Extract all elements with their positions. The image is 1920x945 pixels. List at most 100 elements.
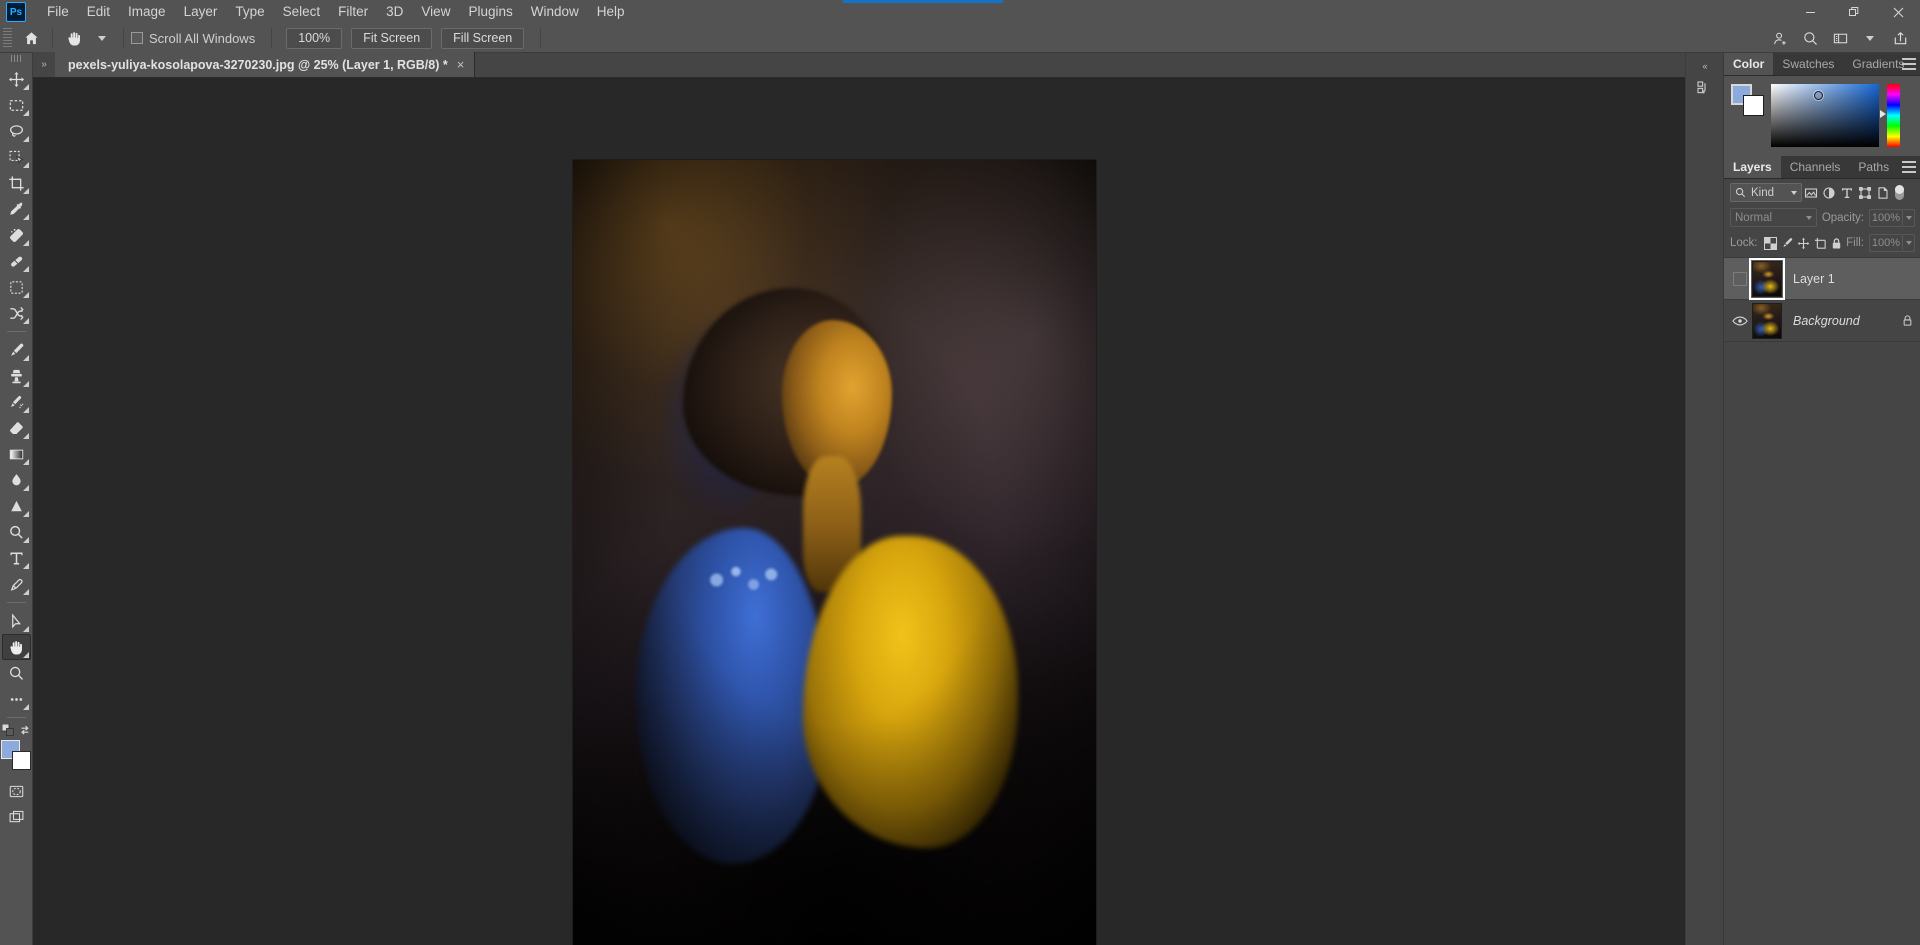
fill-chevron-down-icon[interactable] [1903, 234, 1915, 252]
filter-smart-object-icon[interactable] [1874, 183, 1892, 202]
menu-window[interactable]: Window [522, 1, 588, 23]
layer-list[interactable]: Layer 1 Background [1724, 257, 1920, 945]
tools-panel-grip[interactable] [10, 55, 22, 62]
eyedropper-tool[interactable] [2, 196, 31, 222]
menu-select[interactable]: Select [274, 1, 330, 23]
add-user-icon[interactable] [1766, 26, 1794, 50]
menu-3d[interactable]: 3D [377, 1, 412, 23]
eraser-tool[interactable] [2, 415, 31, 441]
hand-tool[interactable] [1, 634, 31, 660]
layer-hidden-checkbox[interactable] [1732, 271, 1747, 286]
hue-slider-marker[interactable] [1880, 110, 1886, 118]
lock-image-pixels-icon[interactable] [1780, 235, 1795, 252]
lock-all-icon[interactable] [1830, 235, 1845, 252]
gradient-tool[interactable] [2, 441, 31, 467]
color-panel-swatches[interactable] [1731, 84, 1764, 116]
zoom-tool[interactable] [2, 660, 31, 686]
color-picker-field[interactable] [1771, 84, 1879, 147]
filter-type-icon[interactable] [1838, 183, 1856, 202]
layer-filter-kind-select[interactable]: Kind [1730, 183, 1802, 202]
close-document-icon[interactable]: × [457, 57, 465, 72]
menu-file[interactable]: File [38, 1, 78, 23]
expand-panels-chevron-icon[interactable]: » [33, 52, 55, 77]
filter-shape-icon[interactable] [1856, 183, 1874, 202]
home-icon[interactable] [17, 26, 45, 50]
document-tab[interactable]: pexels-yuliya-kosolapova-3270230.jpg @ 2… [55, 52, 476, 77]
workspace-chevron-down-icon[interactable] [1856, 26, 1884, 50]
layer-name[interactable]: Background [1793, 314, 1860, 328]
tab-swatches[interactable]: Swatches [1773, 53, 1843, 75]
patch-tool[interactable] [2, 248, 31, 274]
crop-tool[interactable] [2, 170, 31, 196]
fit-screen-button[interactable]: Fit Screen [351, 27, 433, 49]
type-tool[interactable] [2, 545, 31, 571]
burn-tool[interactable] [2, 519, 31, 545]
tab-channels[interactable]: Channels [1781, 156, 1850, 178]
history-panel-icon[interactable] [1690, 74, 1720, 102]
screen-mode-icon[interactable] [2, 804, 31, 830]
lock-position-icon[interactable] [1797, 235, 1812, 252]
rectangular-marquee-tool[interactable] [2, 92, 31, 118]
swap-colors-icon[interactable] [19, 724, 31, 736]
background-color-swatch[interactable] [12, 751, 31, 770]
collapse-panels-icon[interactable]: « [1686, 57, 1724, 74]
layer-visibility-toggle[interactable] [1727, 271, 1752, 286]
chevron-down-icon[interactable] [1791, 190, 1797, 195]
history-brush-tool[interactable] [2, 389, 31, 415]
fill-stepper[interactable]: 100% [1869, 234, 1915, 252]
blur-tool[interactable] [2, 467, 31, 493]
blend-mode-select[interactable]: Normal [1730, 208, 1817, 227]
frame-tool[interactable] [2, 274, 31, 300]
search-icon[interactable] [1796, 26, 1824, 50]
dodge-tool[interactable] [2, 493, 31, 519]
menu-view[interactable]: View [412, 1, 459, 23]
checkbox-box[interactable] [131, 32, 143, 44]
canvas-area[interactable] [33, 78, 1686, 945]
menu-plugins[interactable]: Plugins [459, 1, 521, 23]
edit-toolbar-tool[interactable] [2, 686, 31, 712]
tab-paths[interactable]: Paths [1849, 156, 1898, 178]
clone-stamp-tool[interactable] [2, 363, 31, 389]
brush-tool[interactable] [2, 337, 31, 363]
move-tool[interactable] [2, 66, 31, 92]
scroll-all-windows-checkbox[interactable]: Scroll All Windows [131, 31, 255, 46]
lasso-tool[interactable] [2, 118, 31, 144]
zoom-100-button[interactable]: 100% [286, 27, 343, 49]
default-colors-icon[interactable] [1, 724, 14, 736]
chevron-down-icon[interactable] [1805, 215, 1812, 220]
menu-edit[interactable]: Edit [78, 1, 119, 23]
workspace-layout-icon[interactable] [1826, 26, 1854, 50]
pen-tool[interactable] [2, 571, 31, 597]
filter-pixel-icon[interactable] [1802, 183, 1820, 202]
path-selection-tool[interactable] [2, 608, 31, 634]
menu-help[interactable]: Help [588, 1, 634, 23]
share-icon[interactable] [1886, 26, 1914, 50]
fill-value[interactable]: 100% [1869, 234, 1903, 252]
tool-preset-chevron-down-icon[interactable] [88, 26, 116, 50]
fill-screen-button[interactable]: Fill Screen [441, 27, 525, 49]
quick-mask-icon[interactable] [2, 778, 31, 804]
shuffle-tool[interactable] [2, 300, 31, 326]
menu-image[interactable]: Image [119, 1, 175, 23]
table-row[interactable]: Background [1724, 300, 1920, 342]
color-panel-menu-icon[interactable] [1902, 58, 1916, 71]
foreground-background-color-swatches[interactable] [1, 740, 31, 770]
menu-filter[interactable]: Filter [329, 1, 377, 23]
hue-slider[interactable] [1880, 84, 1900, 147]
lock-artboard-nesting-icon[interactable] [1813, 235, 1828, 252]
layer-thumbnail[interactable] [1749, 258, 1785, 300]
tab-layers[interactable]: Layers [1724, 156, 1781, 178]
tab-color[interactable]: Color [1724, 53, 1774, 75]
document-artboard[interactable] [573, 160, 1096, 945]
layers-panel-menu-icon[interactable] [1902, 161, 1916, 174]
layer-visibility-toggle[interactable] [1727, 315, 1752, 327]
color-panel-background-swatch[interactable] [1743, 95, 1764, 116]
layer-name[interactable]: Layer 1 [1793, 272, 1835, 286]
table-row[interactable]: Layer 1 [1724, 258, 1920, 300]
hand-tool-icon[interactable] [60, 26, 88, 50]
object-selection-tool[interactable] [2, 144, 31, 170]
menu-type[interactable]: Type [226, 1, 273, 23]
filter-enable-toggle[interactable] [1895, 185, 1904, 200]
opacity-value[interactable]: 100% [1869, 208, 1903, 227]
layer-thumbnail[interactable] [1752, 302, 1782, 339]
